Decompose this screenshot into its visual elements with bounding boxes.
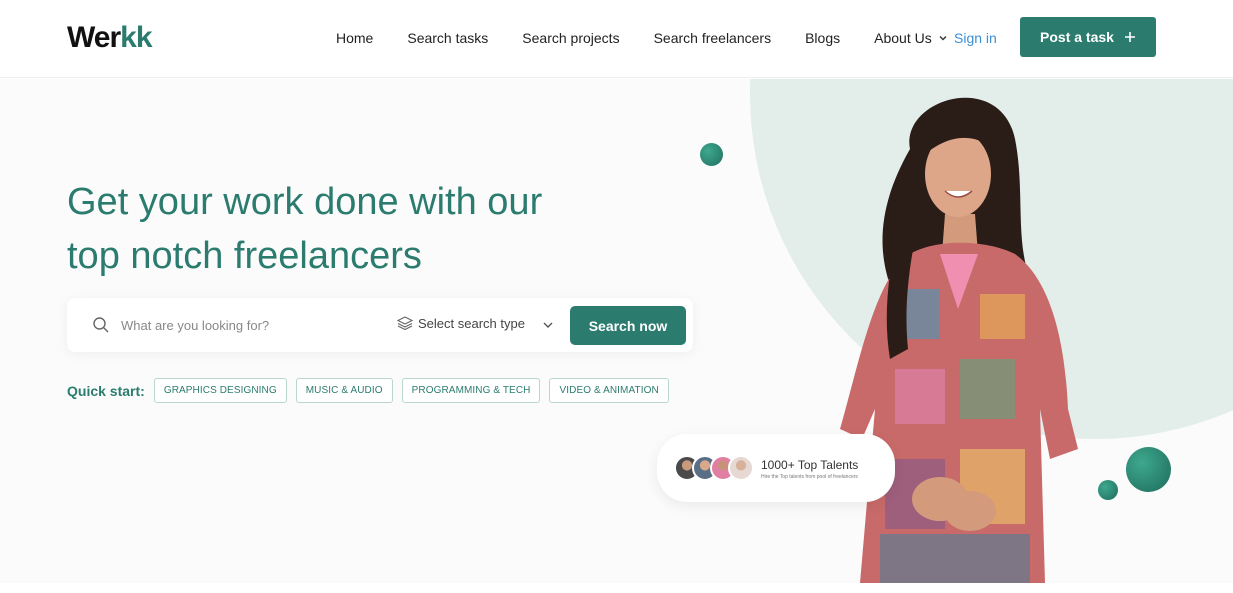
nav-about-us-label: About Us <box>874 30 932 46</box>
hero-headline-line1: Get your work done with our <box>67 181 543 223</box>
quick-start-chip-video[interactable]: VIDEO & ANIMATION <box>549 378 669 403</box>
quick-start-label: Quick start: <box>67 382 145 399</box>
plus-icon <box>1124 32 1135 42</box>
hero-person-image <box>840 97 1078 583</box>
nav-home[interactable]: Home <box>336 28 373 48</box>
decorative-dot <box>1098 480 1118 500</box>
talent-card: 1000+ Top Talents Hire the Top talents f… <box>657 434 895 502</box>
quick-start: Quick start: GRAPHICS DESIGNING MUSIC & … <box>67 378 678 403</box>
search-input[interactable] <box>121 314 381 336</box>
hero-headline-line2: top notch freelancers <box>67 235 422 277</box>
search-type-select[interactable]: Select search type <box>397 315 525 331</box>
site-header: Werkk Home Search tasks Search projects … <box>0 0 1233 78</box>
chevron-down-icon <box>939 36 947 41</box>
layers-icon <box>397 316 413 331</box>
avatar <box>728 455 754 481</box>
talent-title: 1000+ Top Talents <box>761 458 859 472</box>
search-type-label: Select search type <box>418 315 525 331</box>
main-nav: Home Search tasks Search projects Search… <box>336 28 948 48</box>
post-task-label: Post a task <box>1040 29 1114 45</box>
search-icon <box>93 317 109 333</box>
quick-start-chip-programming[interactable]: PROGRAMMING & TECH <box>401 378 541 403</box>
hero-headline: Get your work done with our top notch fr… <box>67 175 627 283</box>
search-now-button[interactable]: Search now <box>570 306 686 345</box>
avatar-group <box>674 455 754 481</box>
nav-about-us[interactable]: About Us <box>874 28 948 48</box>
chevron-down-icon[interactable] <box>542 319 554 331</box>
logo-main: Wer <box>67 21 121 54</box>
decorative-dot <box>1126 447 1171 492</box>
quick-start-chip-music[interactable]: MUSIC & AUDIO <box>295 378 393 403</box>
nav-blogs[interactable]: Blogs <box>805 28 840 48</box>
sign-in-link[interactable]: Sign in <box>954 28 997 48</box>
nav-search-tasks[interactable]: Search tasks <box>407 28 488 48</box>
logo[interactable]: Werkk <box>67 20 153 56</box>
nav-search-freelancers[interactable]: Search freelancers <box>654 28 772 48</box>
search-bar: Select search type Search now <box>67 298 693 352</box>
logo-accent: kk <box>120 21 152 54</box>
post-task-button[interactable]: Post a task <box>1020 17 1156 57</box>
quick-start-chip-graphics[interactable]: GRAPHICS DESIGNING <box>153 378 287 403</box>
hero-section: Get your work done with our top notch fr… <box>0 79 1233 583</box>
nav-search-projects[interactable]: Search projects <box>522 28 619 48</box>
talent-subtitle: Hire the Top talents from pool of freela… <box>761 474 858 480</box>
decorative-dot <box>700 143 723 166</box>
